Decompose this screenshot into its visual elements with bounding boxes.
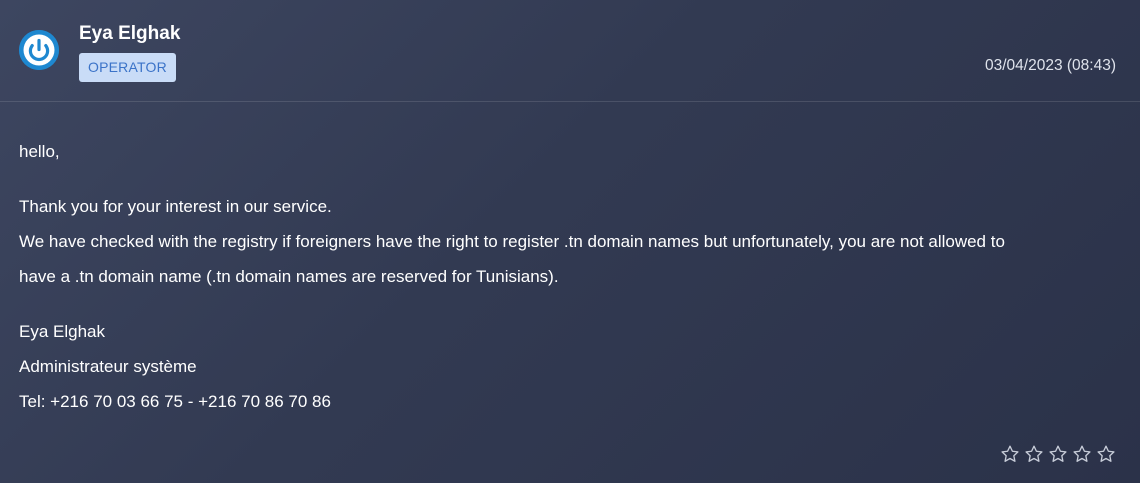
message-timestamp: 03/04/2023 (08:43) <box>985 57 1116 74</box>
star-outline-icon[interactable] <box>1024 444 1044 464</box>
avatar <box>19 30 59 70</box>
role-badge: OPERATOR <box>79 53 176 82</box>
signature-title: Administrateur système <box>19 357 197 376</box>
greeting-text: hello, <box>19 142 60 161</box>
signature-phone: Tel: +216 70 03 66 75 - +216 70 86 70 86 <box>19 392 331 411</box>
author-name: Eya Elghak <box>79 23 181 44</box>
message-header: Eya Elghak OPERATOR 03/04/2023 (08:43) <box>0 0 1140 102</box>
power-logo-icon <box>19 30 59 70</box>
star-outline-icon[interactable] <box>1096 444 1116 464</box>
body-line: Thank you for your interest in our servi… <box>19 197 332 216</box>
star-outline-icon[interactable] <box>1000 444 1020 464</box>
body-line: We have checked with the registry if for… <box>19 232 1005 251</box>
message-body: hello, Thank you for your interest in ou… <box>19 134 1119 419</box>
star-outline-icon[interactable] <box>1072 444 1092 464</box>
signature-name: Eya Elghak <box>19 322 105 341</box>
body-line: have a .tn domain name (.tn domain names… <box>19 267 559 286</box>
star-outline-icon[interactable] <box>1048 444 1068 464</box>
rating-stars <box>1000 444 1116 464</box>
